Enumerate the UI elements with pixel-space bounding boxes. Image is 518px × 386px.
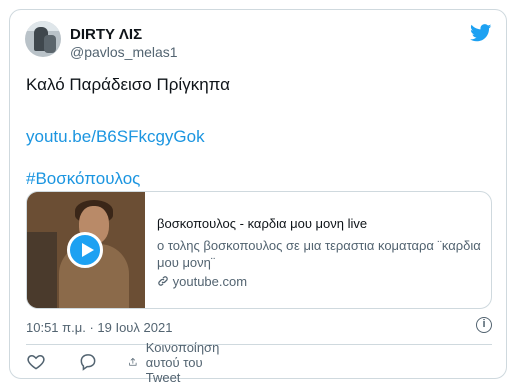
video-thumbnail[interactable] [27, 192, 145, 308]
info-icon[interactable]: i [476, 317, 492, 333]
share-button[interactable]: Κοινοποίηση αυτού του Tweet [128, 340, 230, 385]
divider [26, 344, 492, 345]
preview-site: youtube.com [157, 274, 247, 289]
tweet-card: DIRTY ΛΙΣ @pavlos_melas1 Καλό Παράδεισο … [9, 9, 507, 385]
link-icon [158, 276, 168, 286]
tweet-timestamp[interactable]: 10:51 π.μ. · 19 Ιουλ 2021 [26, 320, 172, 335]
tweet-hashtag[interactable]: #Βοσκόπουλος [26, 168, 140, 190]
user-handle[interactable]: @pavlos_melas1 [70, 44, 178, 60]
reply-button[interactable] [78, 351, 98, 373]
preview-site-label: youtube.com [172, 274, 248, 289]
preview-title: βοσκοπουλος - καρδια μου μονη live [157, 216, 368, 231]
reply-icon [80, 354, 96, 371]
display-name[interactable]: DIRTY ΛΙΣ [70, 26, 142, 43]
link-preview-card[interactable]: βοσκοπουλος - καρδια μου μονη live ο τολ… [26, 191, 492, 309]
heart-icon [27, 354, 45, 370]
play-icon[interactable] [67, 232, 103, 268]
share-label[interactable]: Κοινοποίηση αυτού του Tweet [146, 340, 230, 385]
preview-description: ο τολης βοσκοπουλος σε μια τεραστια κομα… [157, 238, 481, 270]
twitter-bird-icon[interactable] [470, 24, 492, 42]
avatar[interactable] [25, 21, 61, 57]
share-icon [129, 357, 137, 366]
tweet-link[interactable]: youtu.be/B6SFkcgyGok [26, 126, 205, 148]
like-button[interactable] [26, 351, 46, 373]
tweet-text: Καλό Παράδεισο Πρίγκηπα [26, 75, 230, 94]
